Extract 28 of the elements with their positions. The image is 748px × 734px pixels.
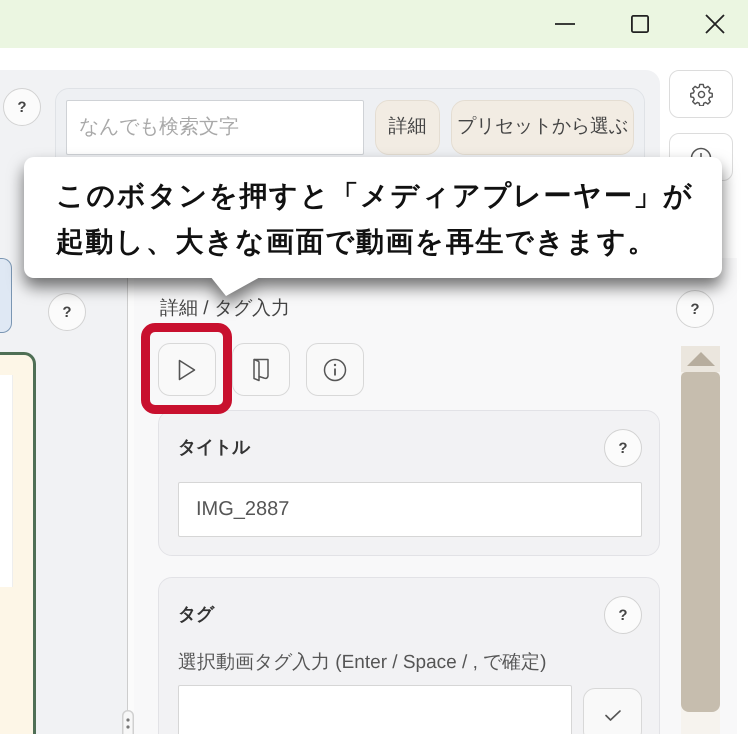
help-button[interactable]: ? [604, 596, 642, 634]
search-option-button[interactable]: プリセットから選ぶ [451, 100, 634, 155]
field-label: タイトル [178, 437, 250, 459]
panel-tab[interactable] [0, 258, 12, 333]
settings-button[interactable] [669, 70, 733, 118]
drag-handle-icon[interactable] [122, 710, 134, 734]
title-input[interactable]: IMG_2887 [178, 482, 642, 537]
section-title: 詳細 / タグ入力 [160, 298, 290, 320]
callout-text: このボタンを押すと「メディアプレーヤー」が起動し、大きな画面で動画を再生できます。 [56, 179, 695, 259]
info-button[interactable] [306, 343, 364, 396]
help-button[interactable]: ? [676, 290, 714, 328]
help-button[interactable]: ? [48, 293, 86, 331]
play-button[interactable] [158, 343, 216, 396]
field-hint: 選択動画タグ入力 (Enter / Space / , で確定) [178, 651, 548, 675]
minimize-icon[interactable] [555, 23, 575, 25]
field-label: タグ [178, 604, 214, 626]
info-icon [323, 358, 347, 382]
maximize-icon[interactable] [631, 15, 649, 33]
help-button[interactable]: ? [604, 429, 642, 467]
help-button[interactable]: ? [3, 88, 41, 126]
search-option-button[interactable]: 詳細 [375, 100, 440, 155]
play-icon [178, 358, 196, 380]
check-icon [604, 710, 620, 721]
search-field[interactable]: なんでも検索文字 [66, 100, 364, 155]
book-button[interactable] [232, 343, 290, 396]
gear-icon [690, 82, 712, 106]
close-icon[interactable] [705, 14, 725, 34]
book-icon [251, 358, 271, 382]
